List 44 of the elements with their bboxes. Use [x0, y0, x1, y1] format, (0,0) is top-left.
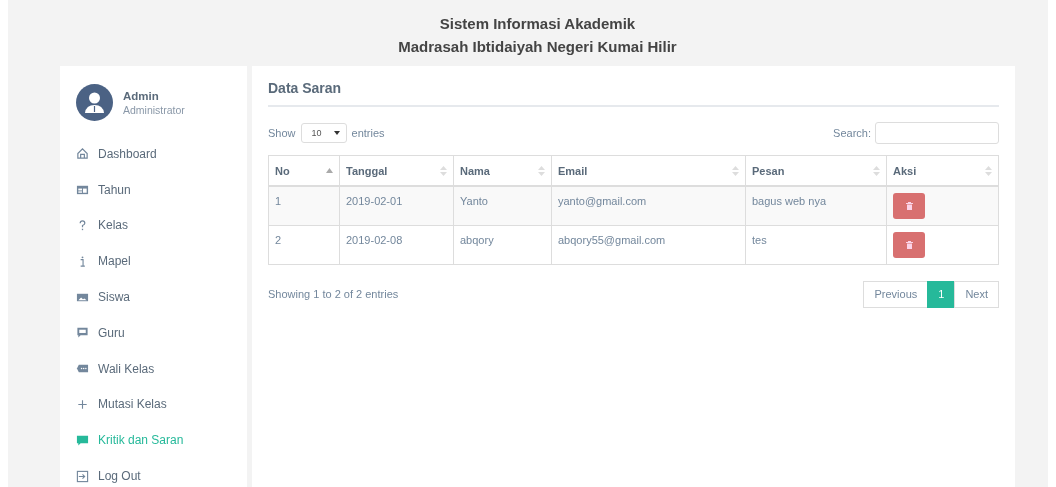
table-cell: bagus web nya	[745, 186, 887, 225]
panel-title: Data Saran	[268, 78, 999, 107]
table-cell: yanto@gmail.com	[551, 186, 746, 225]
user-avatar-icon	[76, 84, 113, 121]
table-cell: 2019-02-08	[339, 225, 454, 264]
search-label: Search:	[833, 127, 871, 139]
trash-icon	[905, 240, 913, 249]
user-role: Administrator	[123, 103, 185, 116]
sidebar-item[interactable]: Mutasi Kelas	[98, 397, 167, 412]
table-cell: abqory55@gmail.com	[551, 225, 746, 264]
sidebar-item[interactable]: Mapel	[98, 254, 131, 269]
entries-select[interactable]: 10	[300, 123, 347, 143]
user-name: Admin	[123, 89, 160, 102]
plus-icon	[76, 397, 89, 411]
sidebar-item[interactable]: Tahun	[98, 182, 131, 197]
length-label: entries	[351, 127, 385, 139]
table-cell: Yanto	[453, 186, 552, 225]
pagination-button[interactable]: Previous	[863, 280, 929, 308]
sidebar-item[interactable]: Wali Kelas	[98, 361, 155, 376]
table-cell: tes	[745, 225, 887, 264]
sidebar-item[interactable]: Siswa	[98, 290, 130, 305]
trash-icon	[905, 202, 913, 210]
table-info: Showing 1 to 2 of 2 entries	[268, 288, 399, 300]
length-label: Show	[268, 127, 296, 139]
table-cell: 2019-02-01	[339, 186, 454, 225]
table-cell: 1	[268, 186, 340, 225]
table-cell: 2	[268, 225, 340, 264]
sidebar-item[interactable]: Kelas	[98, 218, 129, 233]
sidebar-item[interactable]: Dashboard	[98, 146, 157, 161]
sidebar-item[interactable]: Guru	[98, 325, 125, 340]
message-icon	[76, 326, 89, 340]
home-icon	[76, 147, 89, 161]
delete-button[interactable]	[893, 193, 925, 219]
page-title: Sistem Informasi Akademik	[439, 14, 636, 34]
table-cell: abqory	[453, 225, 552, 264]
comment-icon	[76, 433, 89, 447]
search-field[interactable]	[875, 122, 999, 144]
sidebar-item[interactable]: Log Out	[98, 469, 141, 484]
caret-icon	[333, 131, 340, 135]
table-icon	[76, 183, 89, 197]
page-title: Madrasah Ibtidaiyah Negeri Kumai Hilir	[398, 37, 677, 57]
logout-icon	[76, 469, 89, 483]
delete-button[interactable]	[893, 231, 925, 258]
pagination-button[interactable]: Next	[954, 280, 999, 308]
